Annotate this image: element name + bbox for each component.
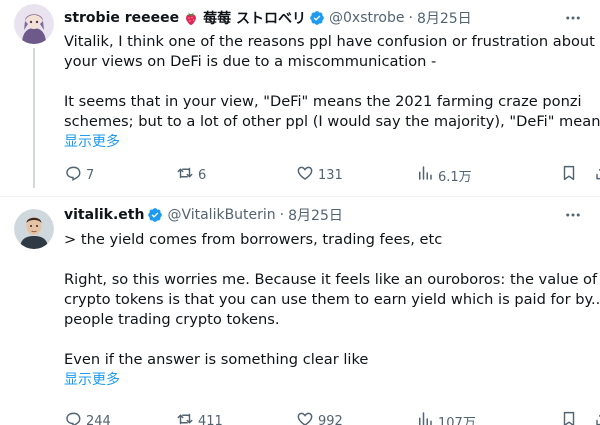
views-button[interactable]: 107万 — [416, 411, 476, 425]
dot-separator: · — [408, 10, 413, 26]
views-bar-icon — [416, 164, 434, 186]
views-bar-icon — [416, 410, 434, 425]
dot-separator: · — [279, 207, 285, 223]
tweet-text-line: schemes; but to a lot of other ppl (I wo… — [64, 113, 600, 130]
author-handle[interactable]: @VitalikButerin — [167, 207, 275, 223]
heart-icon — [296, 410, 314, 425]
views-button[interactable]: 6.1万 — [416, 165, 472, 185]
like-count: 992 — [318, 413, 343, 425]
tweet-text-line: Right, so this worries me. Because it fe… — [64, 271, 598, 288]
more-dots-icon[interactable] — [562, 205, 584, 225]
tweet-date[interactable]: 8月25日 — [417, 8, 472, 28]
views-count: 6.1万 — [438, 169, 472, 185]
tweet-text: Vitalik, I think one of the reasons ppl … — [64, 32, 600, 152]
tweet-actions: 244 411 992 107万 — [64, 411, 600, 425]
tweet-text: > the yield comes from borrowers, tradin… — [64, 230, 600, 390]
like-button[interactable]: 992 — [296, 411, 343, 425]
tweet-actions: 7 6 131 6.1万 — [64, 165, 600, 185]
retweet-button[interactable]: 411 — [176, 411, 223, 425]
retweet-count: 6 — [198, 167, 207, 183]
bookmark-icon — [560, 164, 578, 186]
tweet-date[interactable]: 8月25日 — [288, 205, 343, 225]
author-name[interactable]: strobie reeeee — [64, 10, 179, 26]
reply-button[interactable]: 7 — [64, 165, 94, 185]
tweet-text-line — [64, 250, 588, 270]
tweet-text-line: Even if the answer is something clear li… — [64, 351, 369, 368]
share-upload-icon — [594, 164, 600, 186]
more-dots-icon[interactable] — [562, 8, 584, 28]
reply-count: 244 — [86, 413, 111, 425]
tweet-header: strobie reeeee 莓莓 ストロベリ @0xstrobe · 8月25… — [64, 8, 472, 28]
retweet-icon — [176, 164, 194, 186]
tweet-text-line — [64, 72, 588, 92]
author-handle[interactable]: @0xstrobe — [329, 10, 405, 26]
reply-button[interactable]: 244 — [64, 411, 111, 425]
show-more-link[interactable]: 显示更多 — [64, 132, 588, 152]
tweet-text-line: people trading crypto tokens. — [64, 311, 280, 328]
retweet-icon — [176, 410, 194, 425]
tweet-text-line: your views on DeFi is due to a miscommun… — [64, 53, 437, 70]
tweet-text-line: It seems that in your view, "DeFi" means… — [64, 93, 582, 110]
author-name-suffix[interactable]: 莓莓 ストロベリ — [203, 8, 306, 28]
verified-badge-icon — [147, 207, 163, 223]
thread-connector-line — [33, 48, 35, 188]
reply-count: 7 — [86, 167, 95, 183]
avatar[interactable] — [14, 209, 54, 249]
heart-icon — [296, 164, 314, 186]
bookmark-icon — [560, 410, 578, 425]
tweet-text-line: > the yield comes from borrowers, tradin… — [64, 231, 443, 248]
tweet[interactable]: strobie reeeee 莓莓 ストロベリ @0xstrobe · 8月25… — [0, 0, 600, 196]
like-count: 131 — [318, 167, 343, 183]
verified-badge-icon — [309, 10, 325, 26]
show-more-link[interactable]: 显示更多 — [64, 370, 588, 390]
share-upload-icon — [594, 410, 600, 425]
tweet-text-line — [64, 330, 588, 350]
tweet[interactable]: vitalik.eth @VitalikButerin · 8月25日 > th… — [0, 196, 600, 425]
bookmark-button[interactable] — [560, 411, 578, 425]
retweet-button[interactable]: 6 — [176, 165, 206, 185]
strawberry-emoji-icon — [183, 10, 199, 26]
tweet-text-line: Vitalik, I think one of the reasons ppl … — [64, 33, 595, 50]
bookmark-button[interactable] — [560, 165, 578, 185]
tweet-text-line: crypto tokens is that you can use them t… — [64, 291, 600, 308]
reply-bubble-icon — [64, 410, 82, 425]
author-name[interactable]: vitalik.eth — [64, 207, 144, 223]
retweet-count: 411 — [198, 413, 223, 425]
share-button[interactable] — [594, 165, 600, 185]
views-count: 107万 — [438, 415, 476, 425]
tweet-header: vitalik.eth @VitalikButerin · 8月25日 — [64, 205, 343, 225]
avatar[interactable] — [14, 4, 54, 44]
reply-bubble-icon — [64, 164, 82, 186]
like-button[interactable]: 131 — [296, 165, 343, 185]
share-button[interactable] — [594, 411, 600, 425]
